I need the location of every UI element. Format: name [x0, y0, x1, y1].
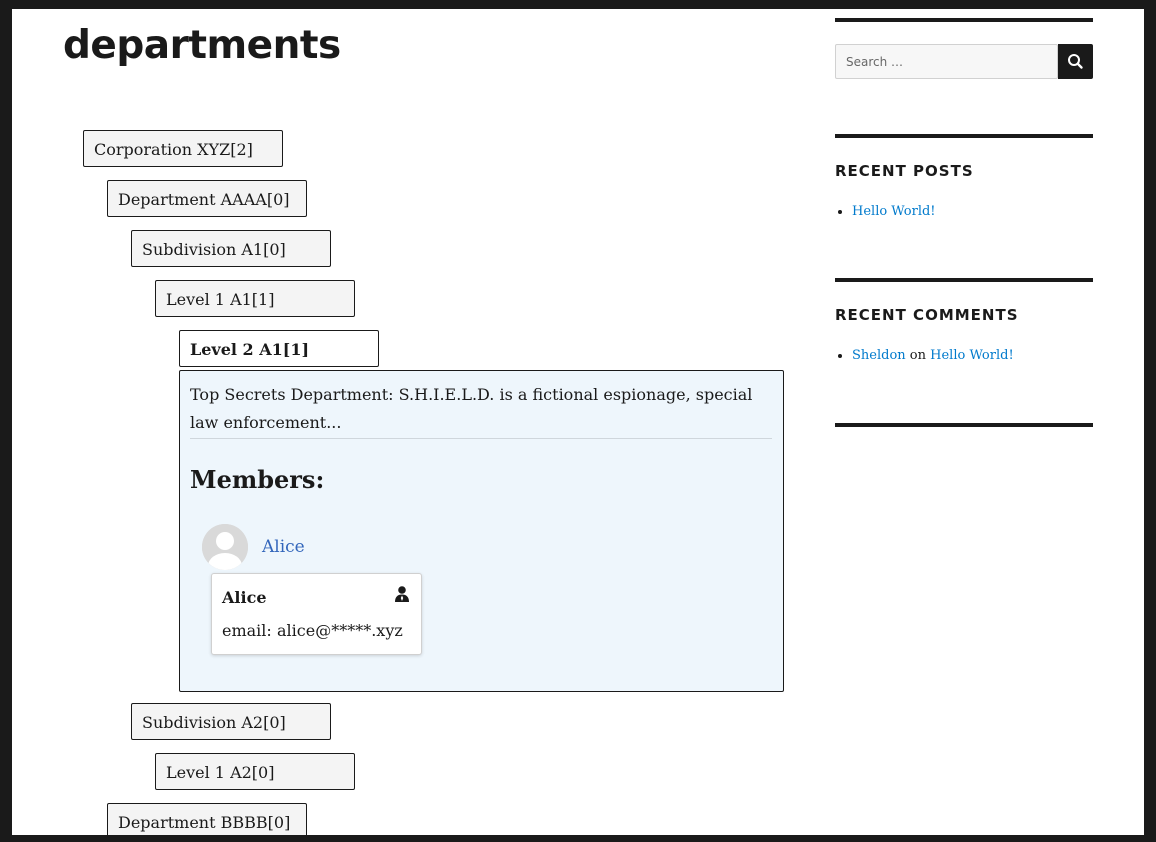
department-description: Top Secrets Department: S.H.I.E.L.D. is … [190, 381, 772, 439]
page-content: departments Corporation XYZ[2] Departmen… [12, 9, 1144, 835]
member-link-alice[interactable]: Alice [262, 535, 305, 559]
search-input[interactable] [835, 44, 1058, 79]
sidebar-divider [835, 134, 1093, 138]
sidebar-divider [835, 423, 1093, 427]
user-icon[interactable] [393, 585, 411, 603]
comment-on-text: on [909, 348, 926, 363]
recent-posts-title: RECENT POSTS [835, 162, 974, 180]
recent-posts-list: Hello World! [835, 202, 936, 222]
department-detail-panel: Top Secrets Department: S.H.I.E.L.D. is … [179, 370, 784, 692]
default-avatar-icon [202, 524, 248, 570]
member-card-name: Alice [222, 588, 267, 607]
tree-node-level-1-a2[interactable]: Level 1 A2[0] [155, 753, 355, 790]
recent-post-link[interactable]: Hello World! [852, 204, 936, 219]
comment-author-link[interactable]: Sheldon [852, 348, 906, 363]
tree-node-corporation-xyz[interactable]: Corporation XYZ[2] [83, 130, 283, 167]
tree-node-department-aaaa[interactable]: Department AAAA[0] [107, 180, 307, 217]
search-button[interactable] [1058, 44, 1093, 79]
member-email-label: email: [222, 621, 272, 640]
sidebar-divider [835, 278, 1093, 282]
tree-node-subdivision-a2[interactable]: Subdivision A2[0] [131, 703, 331, 740]
list-item: Hello World! [852, 202, 936, 222]
search-icon [1068, 54, 1083, 69]
comment-post-link[interactable]: Hello World! [930, 348, 1014, 363]
page-title: departments [63, 23, 341, 68]
recent-comments-title: RECENT COMMENTS [835, 306, 1019, 324]
list-item: Sheldon on Hello World! [852, 346, 1014, 366]
tree-node-level-2-a1[interactable]: Level 2 A1[1] [179, 330, 379, 367]
recent-comments-list: Sheldon on Hello World! [835, 346, 1014, 366]
member-email: alice@*****.xyz [277, 621, 403, 640]
avatar[interactable] [202, 524, 248, 570]
tree-node-department-bbbb[interactable]: Department BBBB[0] [107, 803, 307, 835]
tree-node-level-1-a1[interactable]: Level 1 A1[1] [155, 280, 355, 317]
tree-node-subdivision-a1[interactable]: Subdivision A1[0] [131, 230, 331, 267]
member-card: Alice email: alice@*****.xyz [211, 573, 422, 655]
members-heading: Members: [190, 465, 325, 494]
sidebar-divider [835, 18, 1093, 22]
